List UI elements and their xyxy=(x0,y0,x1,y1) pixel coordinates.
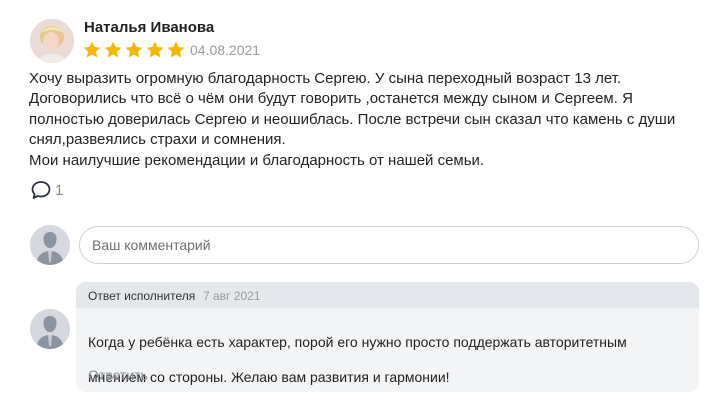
reply-text-line: мнением со стороны. Желаю вам развития и… xyxy=(88,368,450,385)
reply-text-line: Когда у ребёнка есть характер, порой его… xyxy=(88,334,627,350)
review-date: 04.08.2021 xyxy=(190,42,261,58)
reply-role: Ответ исполнителя xyxy=(88,289,196,303)
reply-header: Ответ исполнителя 7 авг 2021 xyxy=(76,282,699,308)
comment-input[interactable] xyxy=(79,226,699,264)
author-avatar[interactable] xyxy=(30,19,74,63)
author-name[interactable]: Наталья Иванова xyxy=(84,19,214,36)
reply-button[interactable]: Ответить xyxy=(88,367,148,383)
star-icon xyxy=(146,41,164,58)
star-icon xyxy=(104,41,122,58)
default-user-icon xyxy=(30,309,70,349)
comment-bubble-icon xyxy=(31,181,51,199)
current-user-avatar xyxy=(30,225,70,265)
author-photo-icon xyxy=(30,19,74,63)
star-icon xyxy=(167,41,185,58)
reply-text: Когда у ребёнка есть характер, порой его… xyxy=(88,318,678,401)
review-text-line: Договорились что всё о чём они будут гов… xyxy=(29,90,633,108)
default-user-icon xyxy=(30,225,70,265)
review-text-line: Хочу выразить огромную благодарность Сер… xyxy=(29,70,622,87)
comments-count: 1 xyxy=(55,181,64,199)
reply-box: Ответ исполнителя 7 авг 2021 Когда у реб… xyxy=(76,282,699,392)
star-icon xyxy=(125,41,143,58)
review-text-line: снял,развеялись страхи и сомнения. xyxy=(29,131,286,149)
reply-author-avatar xyxy=(30,309,70,349)
rating-stars xyxy=(82,40,186,60)
star-icon xyxy=(83,41,101,58)
review-text-line: Мои наилучшие рекомендации и благодарнос… xyxy=(29,151,485,169)
reply-date: 7 авг 2021 xyxy=(203,289,261,303)
comments-toggle[interactable]: 1 xyxy=(30,179,63,201)
review-text: Хочу выразить огромную благодарность Сер… xyxy=(29,69,699,171)
review-text-line: полностью доверилась Сергею и неошиблась… xyxy=(29,110,676,128)
